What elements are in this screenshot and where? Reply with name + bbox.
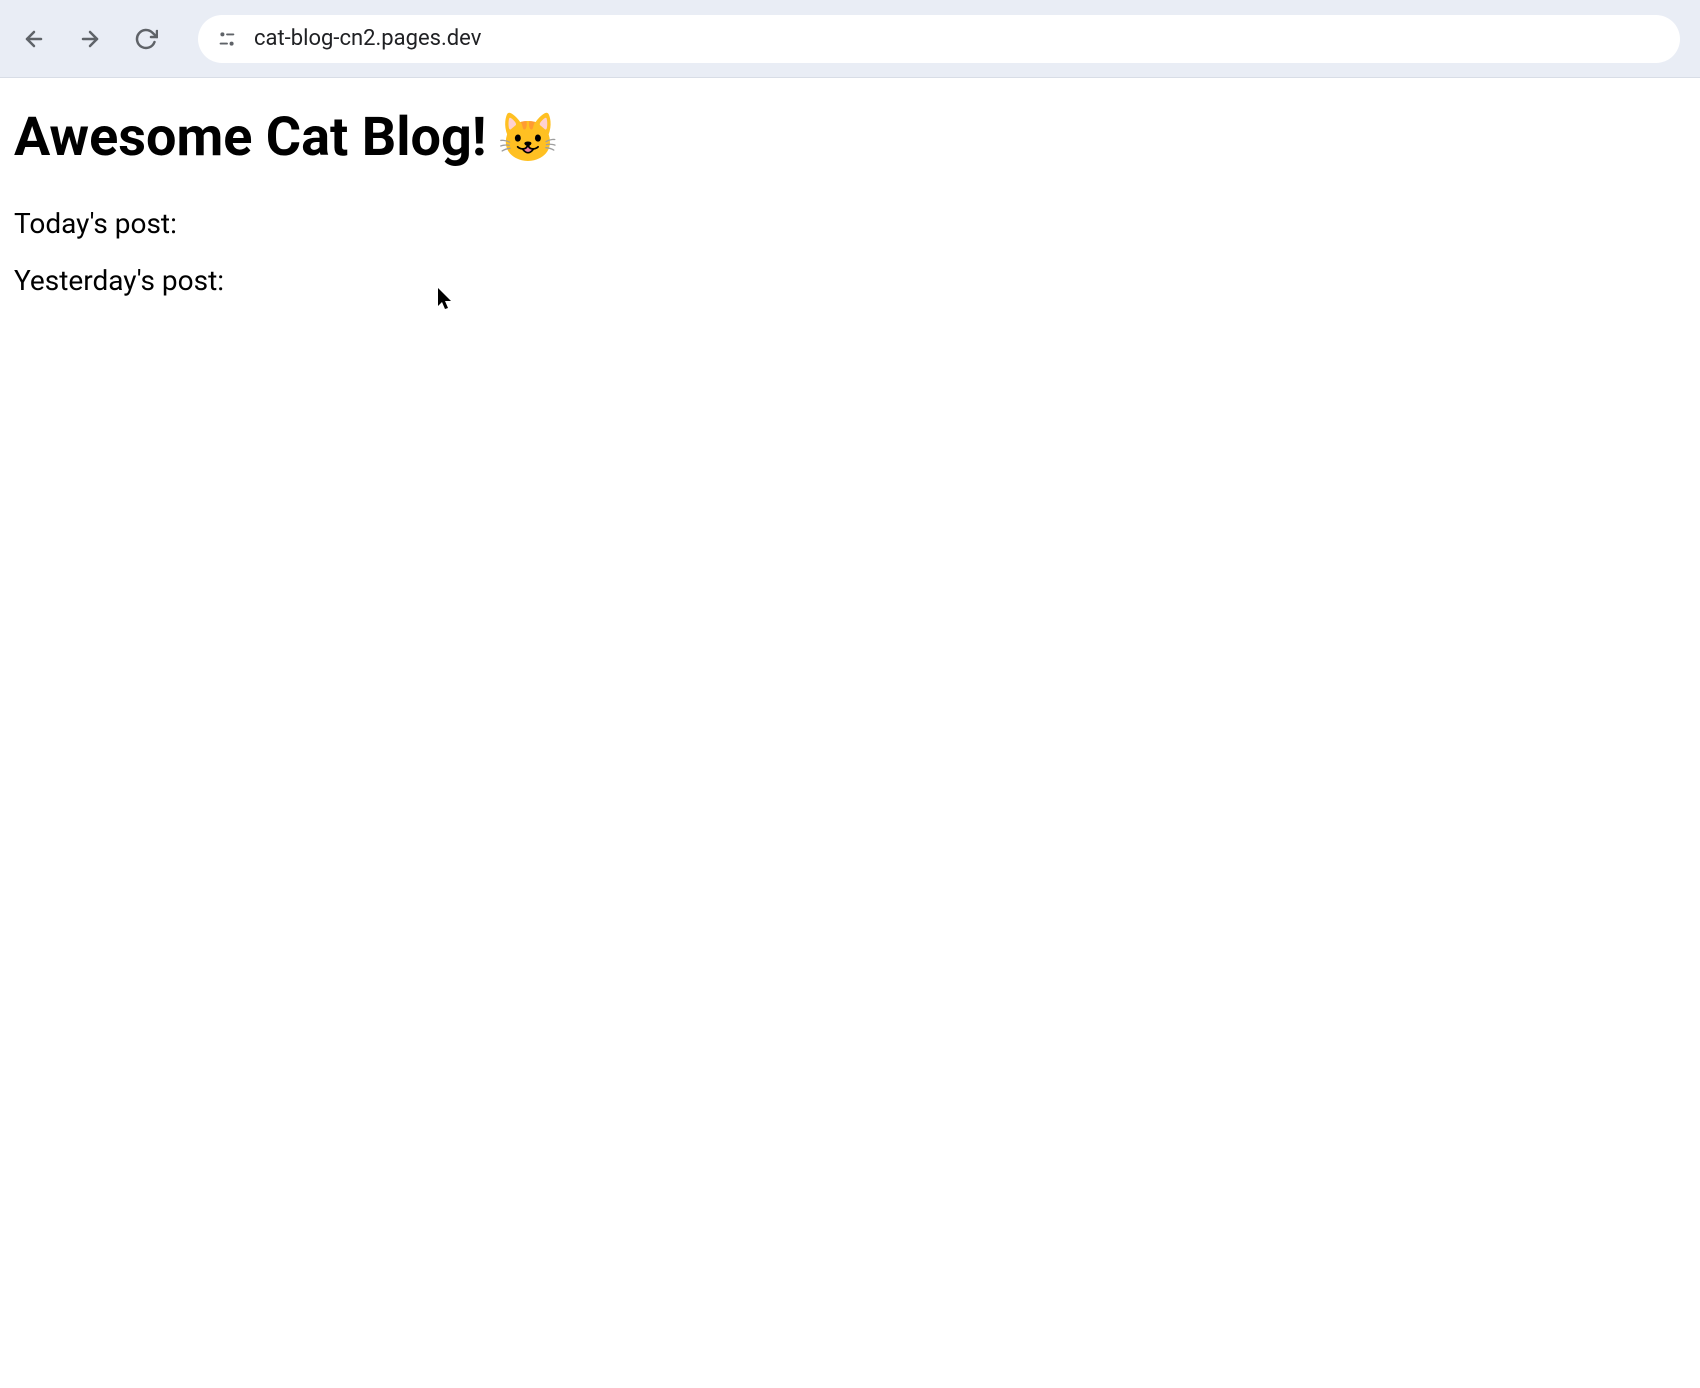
forward-button[interactable] [76,25,104,53]
url-text[interactable]: cat-blog-cn2.pages.dev [254,26,1662,51]
browser-toolbar: cat-blog-cn2.pages.dev [0,0,1700,78]
reload-button[interactable] [132,25,160,53]
title-text: Awesome Cat Blog! [14,106,486,169]
cat-emoji-icon: 😺 [498,109,558,166]
page-title: Awesome Cat Blog! 😺 [14,106,1686,169]
address-bar[interactable]: cat-blog-cn2.pages.dev [198,15,1680,63]
back-button[interactable] [20,25,48,53]
page-content: Awesome Cat Blog! 😺 Today's post: Yester… [0,78,1700,349]
arrow-left-icon [22,27,46,51]
today-post-label: Today's post: [14,207,1686,240]
reload-icon [134,27,158,51]
site-info-button[interactable] [216,28,238,50]
yesterday-post-label: Yesterday's post: [14,264,1686,297]
arrow-right-icon [78,27,102,51]
tune-icon [216,28,238,50]
